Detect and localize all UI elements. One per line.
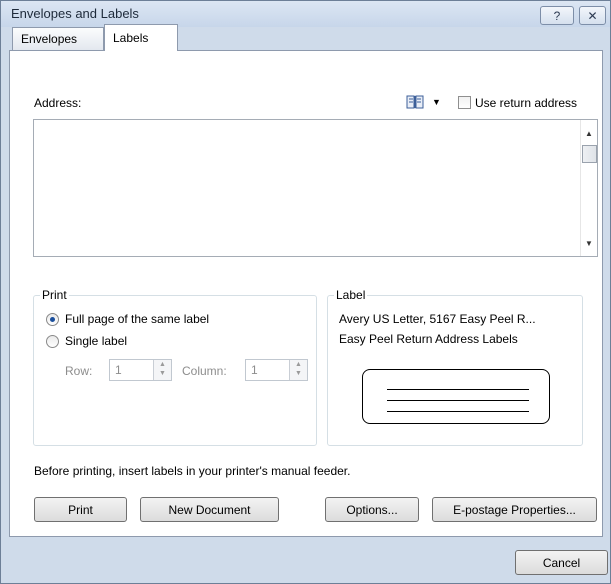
- single-label-radio[interactable]: [46, 335, 59, 348]
- address-scrollbar[interactable]: ▲ ▼: [580, 120, 597, 256]
- address-book-icon[interactable]: [406, 95, 424, 109]
- row-label: Row:: [65, 364, 93, 378]
- label-group-title: Label: [334, 288, 368, 302]
- feeder-instruction: Before printing, insert labels in your p…: [34, 464, 351, 478]
- spin-up-icon[interactable]: ▲: [295, 361, 302, 368]
- spin-down-icon[interactable]: ▼: [295, 370, 302, 377]
- scroll-thumb[interactable]: [582, 145, 597, 163]
- label-product-type[interactable]: Easy Peel Return Address Labels: [339, 332, 518, 346]
- preview-line: [387, 411, 529, 412]
- use-return-address-label[interactable]: Use return address: [475, 96, 577, 110]
- address-label: Address:: [34, 96, 82, 110]
- preview-line: [387, 389, 529, 390]
- column-spinner-buttons[interactable]: ▲ ▼: [289, 360, 307, 380]
- use-return-address-checkbox[interactable]: [458, 96, 471, 109]
- close-icon: ✕: [587, 8, 598, 23]
- tab-envelopes[interactable]: Envelopes: [12, 27, 104, 50]
- epostage-properties-button[interactable]: E-postage Properties...: [432, 497, 597, 522]
- help-icon: ?: [553, 8, 561, 23]
- address-textarea[interactable]: ▲ ▼: [33, 119, 598, 257]
- full-page-radio[interactable]: [46, 313, 59, 326]
- print-button[interactable]: Print: [34, 497, 127, 522]
- options-button[interactable]: Options...: [325, 497, 419, 522]
- scroll-down-icon[interactable]: ▼: [585, 239, 593, 248]
- new-document-button[interactable]: New Document: [140, 497, 279, 522]
- label-product-name[interactable]: Avery US Letter, 5167 Easy Peel R...: [339, 312, 536, 326]
- tab-labels[interactable]: Labels: [104, 24, 178, 51]
- spin-down-icon[interactable]: ▼: [159, 370, 166, 377]
- column-label: Column:: [182, 364, 227, 378]
- scroll-up-icon[interactable]: ▲: [585, 129, 593, 138]
- row-spinner-buttons[interactable]: ▲ ▼: [153, 360, 171, 380]
- title-bar[interactable]: Envelopes and Labels ? ✕: [1, 1, 610, 27]
- full-page-label[interactable]: Full page of the same label: [65, 312, 209, 326]
- single-label-label[interactable]: Single label: [65, 334, 127, 348]
- preview-line: [387, 400, 529, 401]
- spin-up-icon[interactable]: ▲: [159, 361, 166, 368]
- chevron-down-icon[interactable]: ▼: [432, 97, 441, 107]
- cancel-button[interactable]: Cancel: [515, 550, 608, 575]
- row-value: 1: [115, 363, 122, 377]
- envelopes-labels-dialog: Envelopes and Labels ? ✕ Envelopes Label…: [0, 0, 611, 584]
- row-spinner[interactable]: 1 ▲ ▼: [109, 359, 172, 381]
- column-value: 1: [251, 363, 258, 377]
- column-spinner[interactable]: 1 ▲ ▼: [245, 359, 308, 381]
- dialog-title: Envelopes and Labels: [11, 6, 139, 21]
- close-button[interactable]: ✕: [579, 6, 606, 25]
- label-preview[interactable]: [362, 369, 550, 424]
- help-button[interactable]: ?: [540, 6, 574, 25]
- print-group-title: Print: [40, 288, 69, 302]
